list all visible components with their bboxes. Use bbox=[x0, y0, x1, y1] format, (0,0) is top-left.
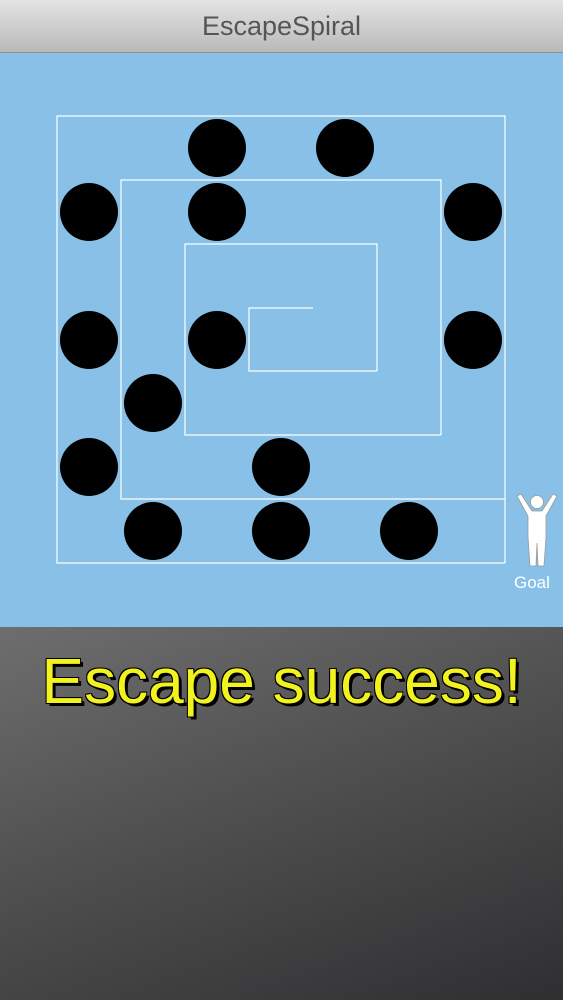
game-board[interactable]: Goal bbox=[0, 53, 563, 627]
pieces bbox=[60, 119, 502, 560]
piece bbox=[188, 311, 246, 369]
goal-label: Goal bbox=[514, 573, 550, 592]
title-bar: EscapeSpiral bbox=[0, 0, 563, 53]
piece bbox=[444, 183, 502, 241]
person-arms-raised-icon bbox=[516, 493, 558, 567]
piece bbox=[188, 119, 246, 177]
piece bbox=[380, 502, 438, 560]
piece bbox=[252, 438, 310, 496]
piece bbox=[444, 311, 502, 369]
piece bbox=[124, 502, 182, 560]
spiral-maze bbox=[56, 115, 558, 567]
piece bbox=[316, 119, 374, 177]
piece bbox=[188, 183, 246, 241]
escape-success-message: Escape success! bbox=[41, 645, 522, 717]
wall-ring-4 bbox=[248, 307, 377, 372]
piece bbox=[60, 183, 118, 241]
app-title: EscapeSpiral bbox=[201, 10, 362, 41]
piece bbox=[60, 438, 118, 496]
piece bbox=[60, 311, 118, 369]
piece bbox=[124, 374, 182, 432]
piece bbox=[252, 502, 310, 560]
